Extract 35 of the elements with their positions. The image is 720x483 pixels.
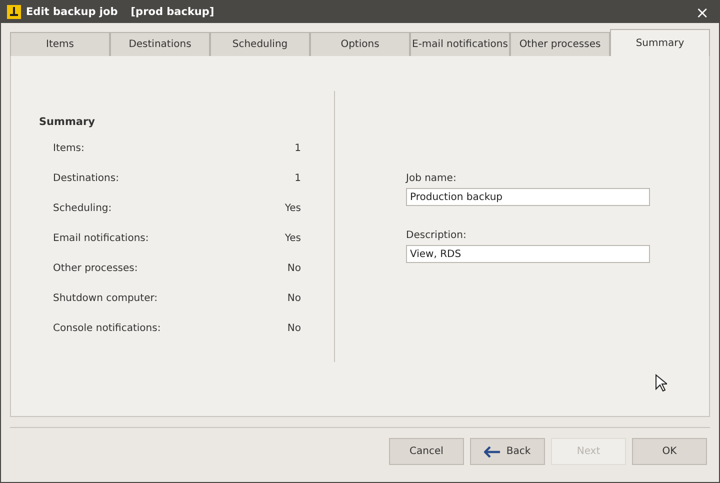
dialog-button[interactable]: Cancel [389, 438, 464, 465]
close-button[interactable]: × [692, 2, 713, 22]
summary-value: Yes [284, 232, 301, 246]
tab[interactable]: Other processes [510, 32, 610, 56]
summary-value: No [286, 292, 301, 306]
left-arrow-icon [484, 446, 500, 458]
tab[interactable]: Summary [610, 29, 710, 56]
text-field[interactable]: View, RDS [406, 245, 650, 263]
dialog-button[interactable]: OK [632, 438, 707, 465]
summary-label: Scheduling: [53, 202, 112, 216]
tab[interactable]: E-mail notifications [410, 32, 510, 56]
tab[interactable]: Destinations [110, 32, 210, 56]
tab[interactable]: Items [10, 32, 110, 56]
app-icon [7, 5, 21, 19]
summary-label: Console notifications: [53, 322, 161, 336]
summary-value: 1 [294, 142, 301, 156]
summary-label: Other processes: [53, 262, 138, 276]
summary-label: Destinations: [53, 172, 119, 186]
dialog-button[interactable]: Back [470, 438, 545, 465]
summary-value: Yes [284, 202, 301, 216]
summary-label: Email notifications: [53, 232, 149, 246]
summary-value: 1 [294, 172, 301, 186]
window-subtitle: [prod backup] [130, 6, 214, 18]
text-field[interactable]: Production backup [406, 188, 650, 206]
tab[interactable]: Options [310, 32, 410, 56]
summary-value: No [286, 322, 301, 336]
section-heading: Summary [39, 116, 96, 128]
field-label: Job name: [406, 173, 458, 184]
mouse-pointer-icon [655, 374, 667, 392]
summary-value: No [286, 262, 301, 276]
field-label: Description: [406, 230, 468, 241]
summary-label: Shutdown computer: [53, 292, 158, 306]
summary-label: Items: [53, 142, 84, 156]
window-title: Edit backup job [26, 6, 118, 18]
tab[interactable]: Scheduling [210, 32, 310, 56]
